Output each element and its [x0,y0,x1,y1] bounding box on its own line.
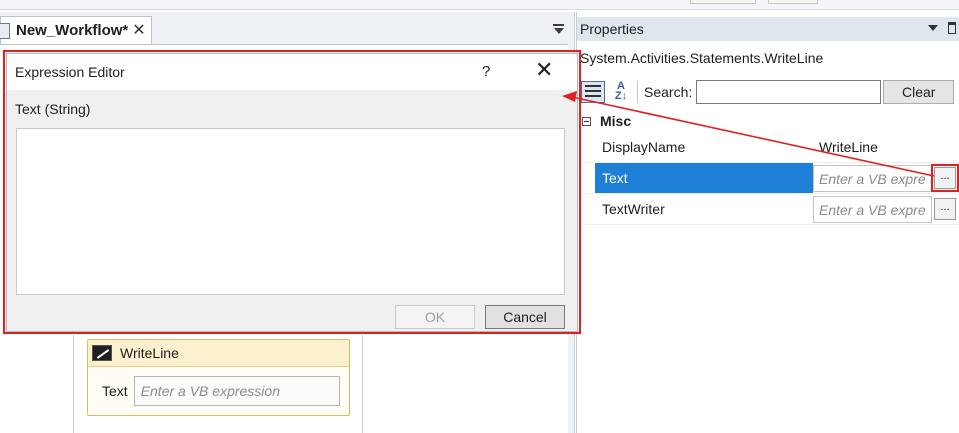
selected-type-name: System.Activities.Statements.WriteLine [580,50,824,66]
search-label: Search: [644,84,693,100]
property-row-text[interactable]: Text Enter a VB expre ... [577,163,959,194]
expression-editor-dialog: Expression Editor ? ✕ Text (String) OK C… [6,53,578,332]
toolbar-separator [637,81,638,103]
properties-header: Properties [577,17,959,41]
workflow-file-icon [0,22,10,39]
toolbar-button-partial[interactable] [690,0,756,4]
properties-toolbar: A Z↓ Search: Clear [577,78,959,106]
properties-title: Properties [580,21,644,37]
document-tab[interactable]: New_Workflow* ✕ [0,16,152,44]
properties-panel: Properties System.Activities.Statements.… [576,12,959,433]
property-row-textwriter[interactable]: TextWriter Enter a VB expre ... [577,194,959,225]
search-input[interactable] [696,80,882,104]
writeline-icon [92,345,112,361]
pin-icon[interactable] [948,22,956,34]
close-dialog-icon[interactable]: ✕ [535,59,553,81]
property-row-displayname[interactable]: DisplayName WriteLine [577,132,959,163]
expression-editor-input[interactable] [16,128,565,295]
tab-overflow-menu-icon[interactable] [552,22,566,36]
ok-button[interactable]: OK [395,305,475,329]
top-toolbar-strip [0,0,959,10]
property-text-expression-input[interactable]: Enter a VB expre [813,164,932,192]
document-tab-title: New_Workflow* [16,22,129,39]
category-name: Misc [600,113,632,129]
dialog-title-bar[interactable]: Expression Editor ? ✕ [7,54,577,90]
property-name: TextWriter [602,201,665,217]
property-grid: Misc DisplayName WriteLine Text Enter a … [577,110,959,225]
activity-text-expression-input[interactable]: Enter a VB expression [133,376,340,406]
dialog-title: Expression Editor [15,64,125,80]
close-tab-icon[interactable]: ✕ [132,22,145,39]
property-textwriter-expression-input[interactable]: Enter a VB expre [813,195,932,223]
sequence-border-left [73,335,74,433]
text-ellipsis-button[interactable]: ... [931,164,959,192]
activity-text-label: Text [102,383,128,399]
property-value[interactable]: WriteLine [813,132,959,162]
panel-dropdown-icon[interactable] [928,25,938,31]
help-icon[interactable]: ? [482,63,490,80]
textwriter-ellipsis-button[interactable]: ... [934,198,956,220]
collapse-icon[interactable] [582,116,591,126]
categorize-icon[interactable] [581,81,605,103]
activity-header[interactable]: WriteLine [88,340,349,367]
clear-button[interactable]: Clear [883,80,955,104]
category-misc[interactable]: Misc [577,110,959,132]
property-name: Text [595,163,813,193]
sequence-border-right [362,335,363,433]
property-name: DisplayName [602,139,686,155]
writeline-activity[interactable]: WriteLine Text Enter a VB expression [87,339,350,416]
expression-field-label: Text (String) [15,101,91,117]
toolbar-button-partial[interactable] [768,0,818,4]
activity-title: WriteLine [120,345,179,361]
cancel-button[interactable]: Cancel [485,305,565,329]
sort-alphabetical-icon[interactable]: A Z↓ [609,81,633,103]
